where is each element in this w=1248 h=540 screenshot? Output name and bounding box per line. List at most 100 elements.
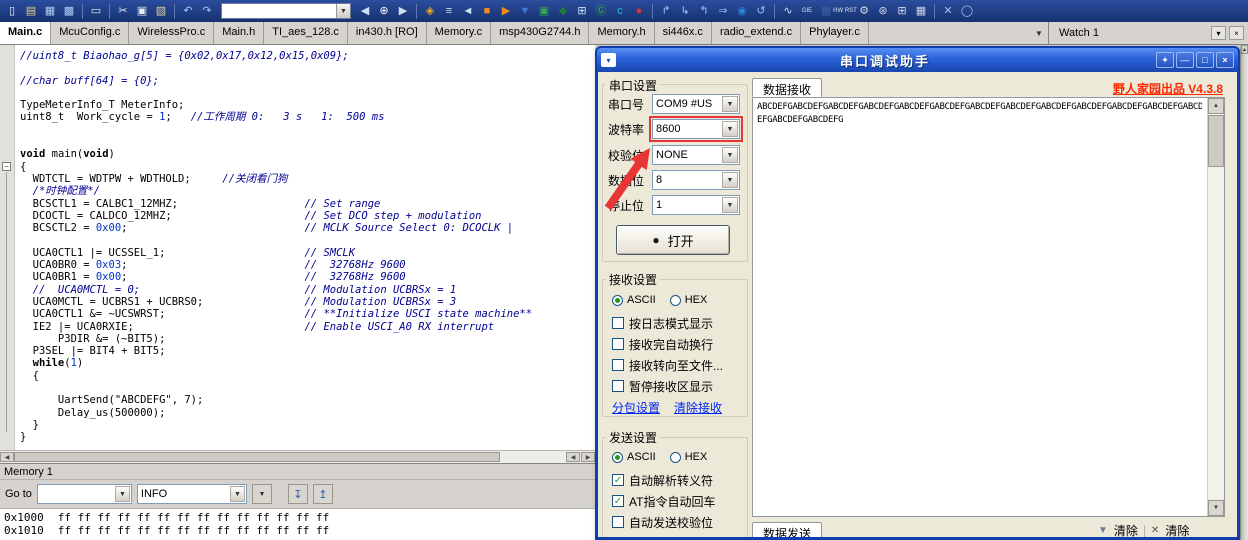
scroll-up-icon[interactable]: ▲ <box>1208 98 1224 114</box>
serial-titlebar[interactable]: ▾ 串口调试助手 ✦ — □ × <box>597 48 1238 72</box>
go-icon[interactable]: ⇒ <box>714 2 732 20</box>
scroll-down-icon[interactable]: ▼ <box>1208 500 1224 516</box>
hw-rst-indicator[interactable]: HW RST <box>833 2 857 20</box>
port-combo[interactable]: COM9 #US ▼ <box>652 94 740 114</box>
scroll-left-icon[interactable]: ◀ <box>0 452 14 462</box>
stop-icon[interactable]: ● <box>630 2 648 20</box>
tab-mcuconfig-c[interactable]: McuConfig.c <box>51 22 130 44</box>
checkbox-icon[interactable] <box>612 359 624 371</box>
code-fold-toggle[interactable]: − <box>2 162 11 171</box>
tab-ti-aes-128-c[interactable]: TI_aes_128.c <box>264 22 348 44</box>
checkbox-icon[interactable] <box>612 338 624 350</box>
download-debug-icon[interactable]: ▣ <box>535 2 553 20</box>
step-into-icon[interactable]: ↳ <box>676 2 694 20</box>
memory-format-dropdown-icon[interactable]: ▼ <box>251 484 272 504</box>
debug-icon[interactable]: ◆ <box>554 2 572 20</box>
scroll-right-icon[interactable]: ▶ <box>581 452 595 462</box>
packet-settings-link[interactable]: 分包设置 <box>612 399 660 416</box>
watch-scrollbar-strip[interactable]: ▲ <box>1240 45 1248 540</box>
breakpoint-gutter[interactable] <box>0 45 15 450</box>
tab-msp430g2744-h[interactable]: msp430G2744.h <box>491 22 590 44</box>
chevron-down-icon[interactable]: ▼ <box>722 121 738 137</box>
watch-dropdown-icon[interactable]: ▾ <box>1211 26 1226 40</box>
tab-data-send[interactable]: 数据发送 <box>752 522 823 537</box>
settings-gear-icon[interactable]: ⚙ <box>855 2 873 20</box>
maximize-button[interactable]: □ <box>1196 52 1214 68</box>
gie-indicator[interactable]: GIE <box>798 2 816 20</box>
chevron-down-icon[interactable]: ▼ <box>114 486 130 502</box>
nav-list-icon[interactable]: ≡ <box>440 2 458 20</box>
chevron-down-icon[interactable]: ▼ <box>722 197 738 213</box>
profiler-icon[interactable]: ∿ <box>779 2 797 20</box>
send-checkbox-row[interactable]: 打开文件数据源 <box>612 535 713 538</box>
scrollbar-thumb[interactable] <box>1208 115 1224 167</box>
step-out-icon[interactable]: ↰ <box>695 2 713 20</box>
paste-icon[interactable]: ▧ <box>152 2 170 20</box>
receive-scrollbar[interactable]: ▲ ▼ <box>1207 98 1224 516</box>
chevron-down-icon[interactable]: ▼ <box>722 147 738 163</box>
chevron-down-icon[interactable]: ▼ <box>229 486 245 502</box>
copy-icon[interactable]: ▣ <box>133 2 151 20</box>
tab-overflow-chevron-icon[interactable]: ▼ <box>1030 22 1048 44</box>
goto-address-combo[interactable]: ▼ <box>36 484 132 504</box>
receive-radio-ascii[interactable]: ASCII <box>612 294 656 306</box>
scroll-left-icon[interactable]: ◀ <box>566 452 580 462</box>
save-icon[interactable]: ▦ <box>41 2 59 20</box>
checkbox-icon[interactable] <box>612 317 624 329</box>
close-button[interactable]: × <box>1216 52 1234 68</box>
find-next-icon[interactable]: ▶ <box>394 2 412 20</box>
scrollbar-thumb[interactable] <box>14 452 500 462</box>
g-badge-icon[interactable]: Ⓖ <box>592 2 610 20</box>
watch-close-icon[interactable]: × <box>1229 26 1244 40</box>
chevron-down-icon[interactable]: ▼ <box>336 4 350 18</box>
receive-checkbox-row[interactable]: 按日志模式显示 <box>612 315 713 331</box>
tab-phylayer-c[interactable]: Phylayer.c <box>801 22 869 44</box>
memory-window-icon[interactable]: ⊞ <box>893 2 911 20</box>
tab-radio-extend-c[interactable]: radio_extend.c <box>712 22 802 44</box>
halt-icon[interactable]: ◉ <box>733 2 751 20</box>
clear-button-1[interactable]: 清除 <box>1114 522 1138 537</box>
chevron-down-icon[interactable]: ▼ <box>722 172 738 188</box>
grid-icon[interactable]: ▦ <box>912 2 930 20</box>
reset-icon[interactable]: ↺ <box>752 2 770 20</box>
memory-hex-view[interactable]: 0x1000 ff ff ff ff ff ff ff ff ff ff ff f… <box>0 509 595 540</box>
send-radio-hex[interactable]: HEX <box>669 451 707 463</box>
open-port-button[interactable]: ● 打开 <box>616 225 730 255</box>
checkbox-checked-icon[interactable]: ✓ <box>612 495 624 507</box>
make-icon[interactable]: ▼ <box>516 2 534 20</box>
receive-data-area[interactable]: ABCDEFGABCDEFGABCDEFGABCDEFGABCDEFGABCDE… <box>752 97 1225 517</box>
save-all-icon[interactable]: ▩ <box>60 2 78 20</box>
app-menu-icon[interactable]: ▾ <box>601 53 616 67</box>
build-list-icon[interactable]: ⊞ <box>573 2 591 20</box>
bookmark-icon[interactable]: ◈ <box>421 2 439 20</box>
receive-checkbox-row[interactable]: 接收完自动换行 <box>612 336 713 352</box>
record-icon[interactable]: ◯ <box>958 2 976 20</box>
checkbox-icon[interactable] <box>612 380 624 392</box>
tab-si446x-c[interactable]: si446x.c <box>655 22 712 44</box>
new-file-icon[interactable]: ▯ <box>3 2 21 20</box>
baud-rate-combo[interactable]: 8600 ▼ <box>649 116 743 142</box>
clear-button-2[interactable]: 清除 <box>1165 522 1189 537</box>
tab-main-c[interactable]: Main.c <box>0 22 52 44</box>
send-checkbox-row[interactable]: ✓ 自动解析转义符 <box>612 472 713 488</box>
tab-in430-h-ro-[interactable]: in430.h [RO] <box>348 22 427 44</box>
memory-next-button[interactable]: ↥ <box>312 484 333 504</box>
clear-receive-link[interactable]: 清除接收 <box>674 399 722 416</box>
parity-combo[interactable]: NONE ▼ <box>652 145 740 165</box>
tab-wirelesspro-c[interactable]: WirelessPro.c <box>129 22 215 44</box>
c-badge-icon[interactable]: c <box>611 2 629 20</box>
checkbox-checked-icon[interactable]: ✓ <box>612 474 624 486</box>
brand-link[interactable]: 野人家园出品 V4.3.8 <box>1113 80 1223 97</box>
close-x-icon[interactable]: ✕ <box>939 2 957 20</box>
chevron-down-icon[interactable]: ▼ <box>722 96 738 112</box>
tab-data-receive[interactable]: 数据接收 <box>752 78 823 97</box>
code-editor[interactable]: − //uint8_t Biaohao_g[5] = {0x02,0x17,0x… <box>0 45 595 450</box>
undo-icon[interactable]: ↶ <box>179 2 197 20</box>
memory-prev-button[interactable]: ↧ <box>287 484 308 504</box>
compile-icon[interactable]: ■ <box>478 2 496 20</box>
search-icon[interactable]: ⊕ <box>375 2 393 20</box>
print-icon[interactable]: ▭ <box>87 2 105 20</box>
tab-memory-h[interactable]: Memory.h <box>589 22 655 44</box>
watch-tab-label[interactable]: Watch 1 <box>1053 27 1208 39</box>
send-checkbox-row[interactable]: ✓ AT指令自动回车 <box>612 493 715 509</box>
